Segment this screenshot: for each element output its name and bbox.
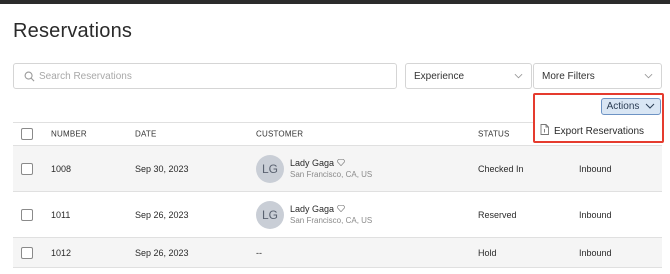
actions-button[interactable]: Actions	[601, 98, 661, 115]
customer-name-text: Lady Gaga	[290, 204, 335, 214]
customer-location: San Francisco, CA, US	[290, 170, 373, 179]
row-number: 1012	[51, 247, 72, 258]
row-status: Reserved	[478, 209, 517, 220]
table-row	[13, 268, 662, 274]
diamond-icon	[336, 204, 346, 214]
row-checkbox[interactable]	[21, 208, 33, 221]
row-status: Checked In	[478, 163, 524, 174]
top-bar	[0, 0, 670, 4]
row-number: 1008	[51, 163, 72, 174]
avatar: LG	[256, 200, 284, 229]
diamond-icon	[336, 158, 346, 168]
row-checkbox[interactable]	[21, 162, 33, 175]
row-date: Sep 30, 2023	[135, 163, 189, 174]
more-filters-select[interactable]: More Filters	[533, 63, 662, 89]
header-customer: CUSTOMER	[256, 129, 304, 139]
row-direction: Inbound	[579, 247, 612, 258]
row-checkbox[interactable]	[21, 246, 33, 259]
page-title: Reservations	[13, 20, 133, 42]
customer-name-text: Lady Gaga	[290, 158, 335, 168]
experience-select[interactable]: Experience	[405, 63, 532, 89]
customer-cell: LG Lady Gaga San Francisco, CA, US	[256, 154, 373, 183]
header-number: NUMBER	[51, 129, 87, 139]
table-row[interactable]: 1011 Sep 26, 2023 LG Lady Gaga San Franc…	[13, 192, 662, 238]
row-date: Sep 26, 2023	[135, 247, 189, 258]
select-all-checkbox[interactable]	[21, 128, 33, 140]
row-number: 1011	[51, 209, 71, 220]
row-status: Hold	[478, 247, 497, 258]
table-row[interactable]: 1012 Sep 26, 2023 -- Hold Inbound	[13, 238, 662, 268]
row-direction: Inbound	[579, 163, 612, 174]
export-reservations-label: Export Reservations	[554, 125, 645, 137]
header-status: STATUS	[478, 129, 510, 139]
chevron-down-icon	[645, 101, 655, 112]
chevron-down-icon	[513, 71, 523, 81]
row-date: Sep 26, 2023	[135, 209, 189, 220]
export-reservations-menu-item[interactable]: Export Reservations	[540, 124, 644, 138]
search-icon	[21, 68, 37, 84]
customer-name: Lady Gaga	[290, 158, 372, 168]
avatar: LG	[256, 154, 284, 183]
customer-cell: LG Lady Gaga San Francisco, CA, US	[256, 200, 373, 229]
document-icon	[540, 124, 549, 138]
reservations-table: NUMBER DATE CUSTOMER STATUS 1008 Sep 30,…	[13, 122, 662, 274]
row-direction: Inbound	[579, 209, 612, 220]
table-row[interactable]: 1008 Sep 30, 2023 LG Lady Gaga San Franc…	[13, 146, 662, 192]
header-date: DATE	[135, 129, 157, 139]
customer-location: San Francisco, CA, US	[290, 216, 373, 225]
customer-empty: --	[256, 247, 262, 258]
actions-button-label: Actions	[606, 101, 640, 112]
customer-name: Lady Gaga	[290, 204, 372, 214]
search-box[interactable]	[13, 63, 397, 89]
more-filters-label: More Filters	[542, 70, 595, 82]
chevron-down-icon	[643, 71, 653, 81]
search-input[interactable]	[39, 70, 379, 82]
experience-select-label: Experience	[414, 70, 465, 82]
